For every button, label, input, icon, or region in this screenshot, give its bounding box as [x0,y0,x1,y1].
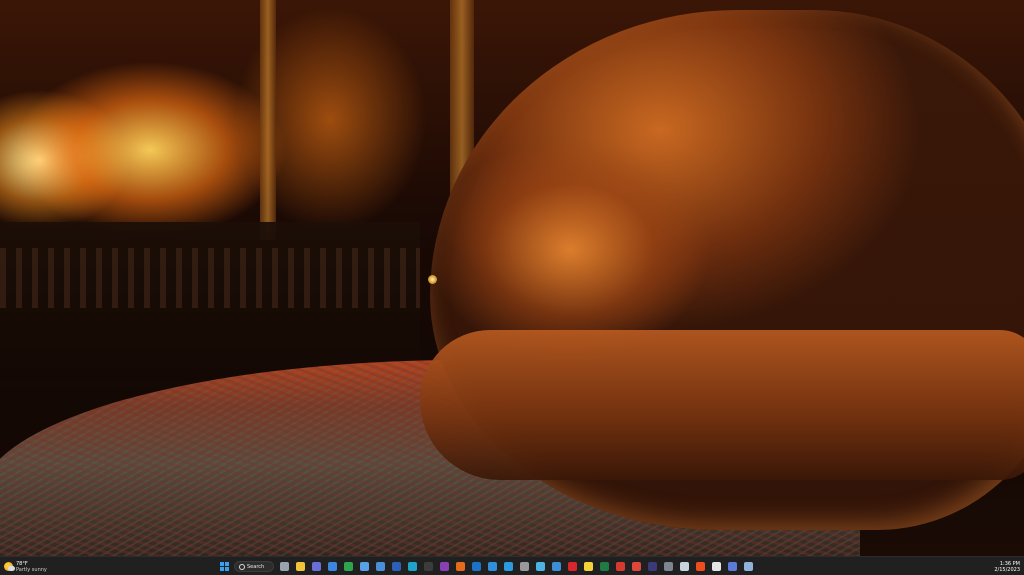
system-tray: 1:36 PM 2/15/2023 [994,558,1020,575]
notepad-icon [359,562,369,571]
app-file[interactable] [678,561,690,573]
firefox-icon [455,562,465,571]
fireplace-post [260,0,276,240]
app-opera[interactable] [566,561,578,573]
clock-date: 2/15/2023 [994,566,1020,573]
brave-icon [695,562,705,571]
app-edge[interactable] [406,561,418,573]
app-settings[interactable] [742,561,754,573]
remote-desktop-icon [375,562,385,571]
app-pdf[interactable] [630,561,642,573]
clock[interactable]: 1:36 PM 2/15/2023 [994,561,1020,573]
app-word[interactable] [390,561,402,573]
app-acrobat[interactable] [614,561,626,573]
calculator-icon [535,562,545,571]
app-connect[interactable] [726,561,738,573]
app-brave[interactable] [694,561,706,573]
acrobat-icon [615,562,625,571]
weather-condition: Partly sunny [16,566,47,573]
app-teams[interactable] [310,561,322,573]
connect-icon [727,562,737,571]
store-icon [327,562,337,571]
folder-icon [295,562,305,571]
windows-start-icon [219,562,229,571]
photos-icon [487,562,497,571]
sticky-notes-icon [583,562,593,571]
teams-icon [311,562,321,571]
app-vscode[interactable] [502,561,514,573]
app-photos[interactable] [486,561,498,573]
desktop-wallpaper [0,0,1024,556]
task-view[interactable] [278,561,290,573]
app-device[interactable] [662,561,674,573]
outlook-icon [471,562,481,571]
opera-icon [567,562,577,571]
app-mail[interactable] [550,561,562,573]
app-terminal[interactable] [422,561,434,573]
app-onenote[interactable] [438,561,450,573]
app-sticky[interactable] [582,561,594,573]
mail-icon [551,562,561,571]
vscode-icon [503,562,513,571]
snipping-tool-icon [711,562,721,571]
file-icon [679,562,689,571]
search-icon [239,563,245,570]
search-box[interactable]: Search [234,561,274,572]
dog-eye [428,275,437,284]
weather-widget[interactable]: 78°F Partly sunny [4,558,47,575]
terminal-icon [423,562,433,571]
app-store[interactable] [326,561,338,573]
partly-sunny-icon [4,562,15,571]
edge-icon [407,562,417,571]
start-button[interactable] [218,561,230,573]
app-snip[interactable] [710,561,722,573]
excel-icon [599,562,609,571]
dog-paw [420,330,1024,480]
app-affinity[interactable] [646,561,658,573]
app-firefox[interactable] [454,561,466,573]
taskbar: 78°F Partly sunny Search 1:36 PM 2/15/20… [0,556,1024,575]
pdf-icon [631,562,641,571]
device-icon [663,562,673,571]
app-remote[interactable] [374,561,386,573]
onenote-icon [439,562,449,571]
file-explorer[interactable] [294,561,306,573]
chrome-icon [343,562,353,571]
app-outlook[interactable] [470,561,482,573]
headset-icon [519,562,529,571]
task-view-icon [279,562,289,571]
word-icon [391,562,401,571]
search-label: Search [247,563,265,570]
app-excel[interactable] [598,561,610,573]
taskbar-apps: Search [218,559,754,574]
app-calculator[interactable] [534,561,546,573]
app-notepad[interactable] [358,561,370,573]
weather-text: 78°F Partly sunny [16,561,47,573]
app-chrome[interactable] [342,561,354,573]
settings-icon [743,562,753,571]
affinity-icon [647,562,657,571]
app-headset[interactable] [518,561,530,573]
